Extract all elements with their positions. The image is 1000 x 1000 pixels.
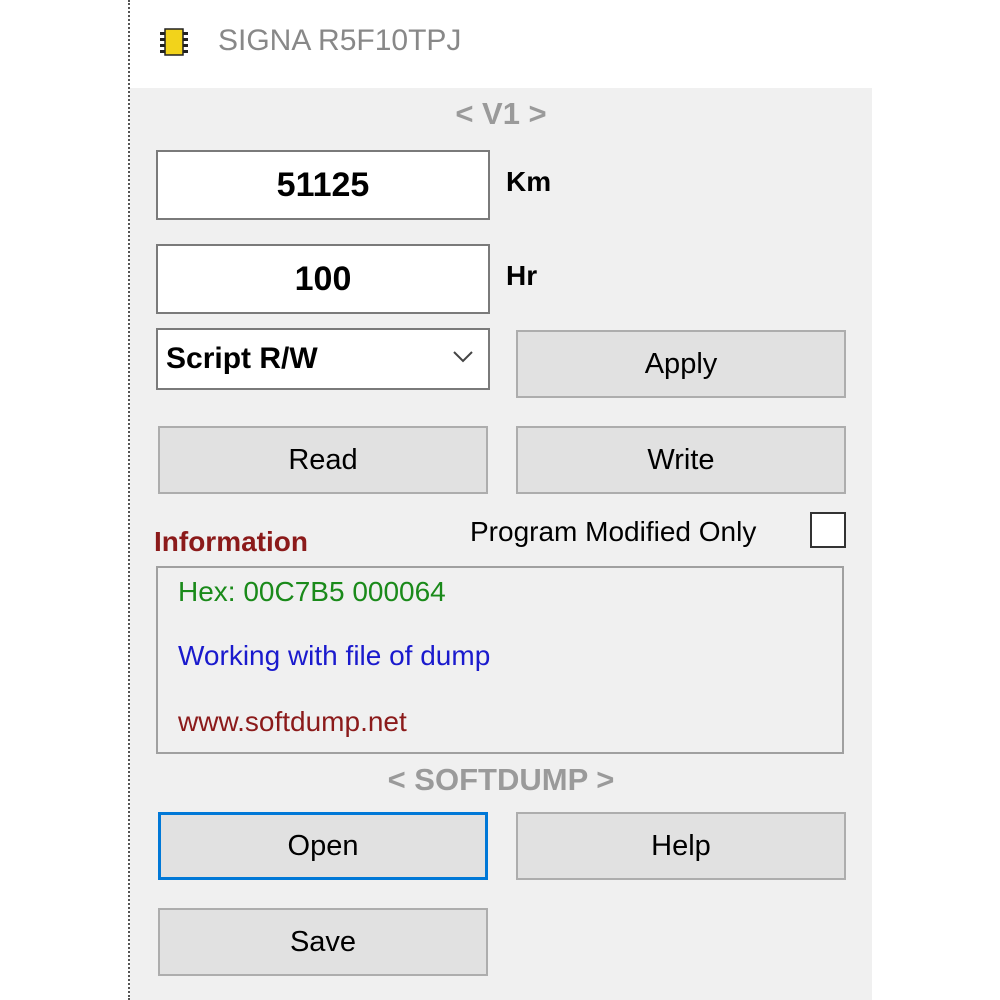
information-label: Information: [154, 526, 308, 557]
program-modified-only-checkbox[interactable]: [810, 512, 846, 548]
open-button[interactable]: Open: [158, 812, 488, 880]
write-button[interactable]: Write: [516, 426, 846, 494]
info-line-hex: Hex: 00C7B5 000064: [178, 576, 446, 607]
version-header: < V1 >: [455, 96, 547, 131]
km-input[interactable]: 51125: [156, 150, 490, 220]
window-title: SIGNA R5F10TPJ: [218, 24, 462, 57]
hr-value: 100: [294, 259, 352, 298]
info-line-status: Working with file of dump: [178, 640, 491, 671]
program-modified-only-label[interactable]: Program Modified Only: [470, 516, 756, 548]
chevron-down-icon: [453, 351, 473, 363]
save-button[interactable]: Save: [158, 908, 488, 976]
softdump-header: < SOFTDUMP >: [387, 762, 615, 797]
hr-unit-label: Hr: [506, 260, 538, 291]
hr-input[interactable]: 100: [156, 244, 490, 314]
km-unit-label: Km: [506, 166, 552, 197]
mode-select-value: Script R/W: [166, 342, 318, 375]
mode-select[interactable]: Script R/W: [156, 328, 490, 390]
help-button[interactable]: Help: [516, 812, 846, 880]
title-bar[interactable]: SIGNA R5F10TPJ: [130, 0, 872, 88]
read-button[interactable]: Read: [158, 426, 488, 494]
client-area: < V1 > 51125 Km 100 Hr Script R/W Apply …: [130, 88, 872, 1000]
info-line-website: www.softdump.net: [178, 706, 407, 737]
apply-button[interactable]: Apply: [516, 330, 846, 398]
km-value: 51125: [276, 165, 370, 204]
app-window: SIGNA R5F10TPJ < V1 > 51125 Km 100 Hr Sc…: [130, 0, 872, 1000]
information-box: Hex: 00C7B5 000064 Working with file of …: [156, 566, 844, 754]
chip-icon: [160, 28, 188, 56]
